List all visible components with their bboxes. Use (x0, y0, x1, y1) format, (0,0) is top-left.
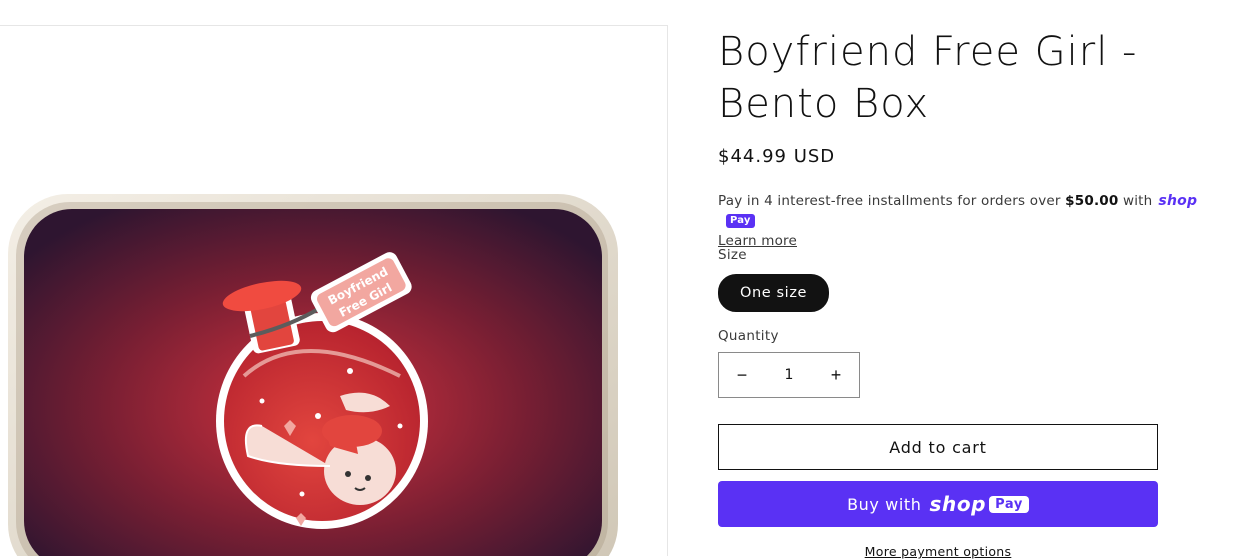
product-info: Boyfriend Free Girl - Bento Box $44.99 U… (718, 26, 1250, 559)
shop-pay-logo-text: shop (1158, 193, 1198, 209)
add-to-cart-button[interactable]: Add to cart (718, 424, 1158, 470)
shop-logo-text: shop (929, 492, 987, 516)
quantity-input[interactable] (765, 352, 813, 398)
pay-badge: Pay (989, 495, 1029, 513)
quantity-decrease-button[interactable]: − (719, 353, 765, 397)
quantity-increase-button[interactable]: + (813, 353, 859, 397)
product-title: Boyfriend Free Girl - Bento Box (718, 29, 1138, 127)
product-price: $44.99 USD (718, 146, 836, 167)
installments-text: Pay in 4 interest-free installments for … (718, 193, 1061, 209)
quantity-label: Quantity (718, 328, 779, 344)
more-payment-options-link[interactable]: More payment options (718, 544, 1158, 559)
size-option-one-size[interactable]: One size (718, 274, 830, 312)
installments-suffix: with (1122, 193, 1153, 209)
buy-with-label: Buy with (847, 494, 922, 514)
quantity-stepper: − + (718, 352, 860, 398)
shop-pay-badge: Pay (726, 214, 755, 228)
installments-threshold: $50.00 (1065, 193, 1119, 209)
potion-bottle-illustration: Boyfriend Free Girl (216, 252, 428, 529)
size-label: Size (718, 247, 747, 263)
installments-banner: Pay in 4 interest-free installments for … (718, 191, 1218, 251)
bento-box-image: Boyfriend Free Girl (8, 194, 618, 556)
product-media[interactable]: Boyfriend Free Girl (0, 26, 668, 556)
buy-with-shop-pay-button[interactable]: Buy with shop Pay (718, 481, 1158, 527)
